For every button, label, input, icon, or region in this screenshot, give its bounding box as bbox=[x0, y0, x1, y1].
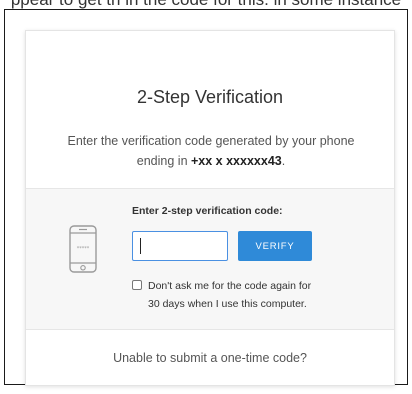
remember-device-checkbox[interactable] bbox=[132, 280, 142, 290]
verification-code-input[interactable] bbox=[132, 231, 228, 261]
verify-button[interactable]: VERIFY bbox=[238, 231, 312, 261]
remember-device-label-line1: Don't ask me for the code again for bbox=[148, 280, 312, 292]
partial-header-text: ppear to get th in the code for this. in… bbox=[0, 0, 412, 9]
description-end: . bbox=[281, 154, 286, 168]
phone-number-masked: +xx x xxxxxx43 bbox=[191, 154, 282, 168]
verification-description: Enter the verification code generated by… bbox=[48, 131, 374, 171]
code-entry-panel: ***** Enter 2-step verification code: VE… bbox=[26, 188, 394, 330]
smartphone-icon: ***** bbox=[69, 225, 97, 273]
verification-card: 2-Step Verification Enter the verificati… bbox=[25, 30, 395, 386]
screenshot-frame: 2-Step Verification Enter the verificati… bbox=[4, 9, 408, 386]
text-caret bbox=[140, 238, 141, 254]
page-title: 2-Step Verification bbox=[136, 87, 284, 107]
remember-device-label-line2: 30 days when I use this computer. bbox=[148, 298, 307, 310]
code-field-label: Enter 2-step verification code: bbox=[132, 205, 283, 217]
unable-to-submit-link[interactable]: Unable to submit a one-time code? bbox=[26, 351, 394, 365]
phone-screen-code: ***** bbox=[77, 246, 90, 252]
